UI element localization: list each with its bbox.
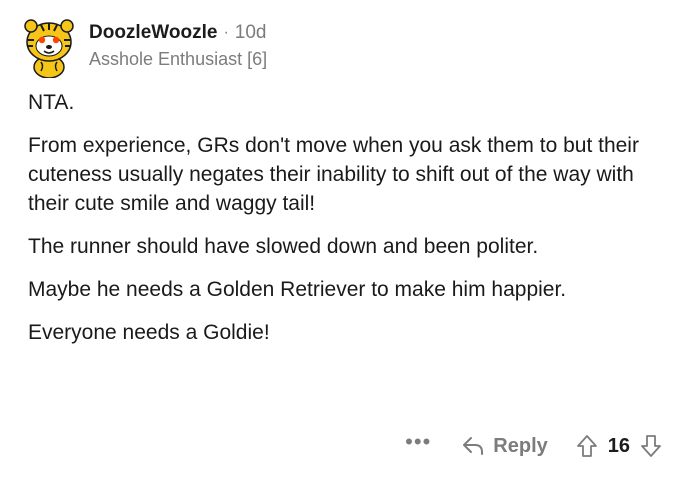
comment-paragraph: From experience, GRs don't move when you… <box>28 134 639 215</box>
upvote-arrow-icon[interactable] <box>576 434 598 458</box>
comment-paragraph: Everyone needs a Goldie! <box>28 321 270 344</box>
reply-label: Reply <box>493 434 548 457</box>
comment: DoozleWoozle · 10d Asshole Enthusiast [6… <box>0 0 700 479</box>
author-line: DoozleWoozle · 10d <box>89 21 267 45</box>
username[interactable]: DoozleWoozle <box>89 21 217 45</box>
user-flair: Asshole Enthusiast [6] <box>89 49 268 69</box>
comment-paragraph: NTA. <box>28 91 75 114</box>
vote-score: 16 <box>607 434 630 457</box>
snoo-tiger-avatar-icon <box>24 19 74 78</box>
comment-meta: DoozleWoozle · 10d Asshole Enthusiast [6… <box>89 21 267 71</box>
comment-paragraph: Maybe he needs a Golden Retriever to mak… <box>28 278 567 301</box>
comment-paragraph: The runner should have slowed down and b… <box>28 235 539 258</box>
reply-button[interactable]: Reply <box>461 434 548 458</box>
vote-controls: 16 <box>576 434 662 458</box>
comment-actions: ••• Reply 16 <box>405 430 662 462</box>
comment-header: DoozleWoozle · 10d Asshole Enthusiast [6… <box>21 14 267 78</box>
separator-dot: · <box>223 24 229 41</box>
comment-age: 10d <box>234 22 267 43</box>
reply-arrow-icon <box>461 435 485 457</box>
comment-body: NTA. From experience, GRs don't move whe… <box>28 88 678 361</box>
more-options-button[interactable]: ••• <box>405 431 431 453</box>
user-avatar[interactable] <box>21 14 77 78</box>
downvote-arrow-icon[interactable] <box>640 434 662 458</box>
